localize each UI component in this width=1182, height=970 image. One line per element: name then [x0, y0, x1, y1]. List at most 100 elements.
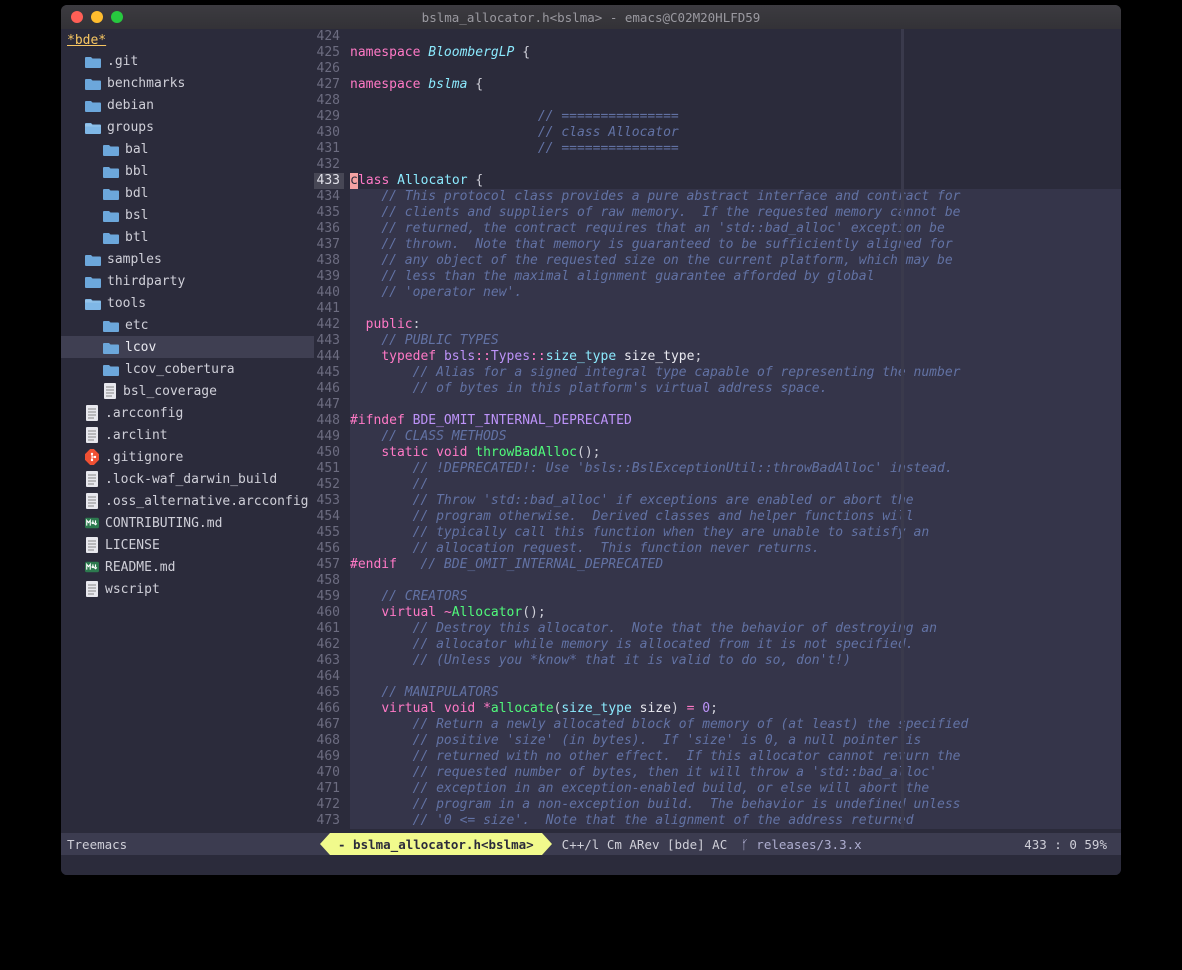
code-line[interactable]: // 'operator new'.: [350, 285, 1121, 301]
code-line[interactable]: // less than the maximal alignment guara…: [350, 269, 1121, 285]
code-line[interactable]: // '0 <= size'. Note that the alignment …: [350, 813, 1121, 829]
code-line[interactable]: [350, 669, 1121, 685]
code-line[interactable]: // of bytes in this platform's virtual a…: [350, 381, 1121, 397]
tree-folder-lcov-cobertura[interactable]: lcov_cobertura: [61, 358, 314, 380]
code-line[interactable]: // allocation request. This function nev…: [350, 541, 1121, 557]
treemacs-sidebar[interactable]: *bde* .gitbenchmarksdebiangroupsbalbblbd…: [61, 29, 314, 833]
token-cmt: // Return a newly allocated block of mem…: [413, 717, 969, 732]
tree-folder-tools[interactable]: tools: [61, 292, 314, 314]
tree-file--arclint[interactable]: .arclint: [61, 424, 314, 446]
code-line[interactable]: // PUBLIC TYPES: [350, 333, 1121, 349]
token-punct: [350, 189, 381, 204]
code-editor[interactable]: 4244254264274284294304314324334344354364…: [314, 29, 1121, 833]
code-line[interactable]: // Destroy this allocator. Note that the…: [350, 621, 1121, 637]
code-line[interactable]: // thrown. Note that memory is guarantee…: [350, 237, 1121, 253]
code-line[interactable]: // class Allocator: [350, 125, 1121, 141]
code-line[interactable]: // MANIPULATORS: [350, 685, 1121, 701]
tree-file-bsl-coverage[interactable]: bsl_coverage: [61, 380, 314, 402]
code-line[interactable]: #endif // BDE_OMIT_INTERNAL_DEPRECATED: [350, 557, 1121, 573]
titlebar[interactable]: bslma_allocator.h<bslma> - emacs@C02M20H…: [61, 5, 1121, 29]
code-line[interactable]: namespace BloombergLP {: [350, 45, 1121, 61]
minimize-button[interactable]: [91, 11, 103, 23]
token-cmt: // ===============: [538, 141, 679, 156]
maximize-button[interactable]: [111, 11, 123, 23]
code-line[interactable]: // Throw 'std::bad_alloc' if exceptions …: [350, 493, 1121, 509]
code-line[interactable]: // any object of the requested size on t…: [350, 253, 1121, 269]
tree-folder-samples[interactable]: samples: [61, 248, 314, 270]
tree-file--oss-alternative-arcconfig[interactable]: .oss_alternative.arcconfig: [61, 490, 314, 512]
tree-folder-benchmarks[interactable]: benchmarks: [61, 72, 314, 94]
tree-folder-bbl[interactable]: bbl: [61, 160, 314, 182]
fill-column-indicator: [901, 61, 904, 77]
tree-file-license[interactable]: LICENSE: [61, 534, 314, 556]
tree-folder-bal[interactable]: bal: [61, 138, 314, 160]
echo-area[interactable]: [61, 855, 1121, 875]
code-line[interactable]: class Allocator {: [350, 173, 1121, 189]
code-line[interactable]: //: [350, 477, 1121, 493]
code-line[interactable]: #ifndef BDE_OMIT_INTERNAL_DEPRECATED: [350, 413, 1121, 429]
code-line[interactable]: // CLASS METHODS: [350, 429, 1121, 445]
code-line[interactable]: // returned, the contract requires that …: [350, 221, 1121, 237]
code-line[interactable]: [350, 61, 1121, 77]
code-line[interactable]: [350, 93, 1121, 109]
tree-folder-debian[interactable]: debian: [61, 94, 314, 116]
code-line[interactable]: // requested number of bytes, then it wi…: [350, 765, 1121, 781]
token-cmt: // allocation request. This function nev…: [413, 541, 820, 556]
token-punct: [350, 493, 413, 508]
code-line[interactable]: // (Unless you *know* that it is valid t…: [350, 653, 1121, 669]
tree-item-label: btl: [125, 230, 148, 245]
tree-folder-groups[interactable]: groups: [61, 116, 314, 138]
code-line[interactable]: // allocator while memory is allocated f…: [350, 637, 1121, 653]
code-line[interactable]: // program in a non-exception build. The…: [350, 797, 1121, 813]
tree-folder-lcov[interactable]: lcov: [61, 336, 314, 358]
tree-folder-bdl[interactable]: bdl: [61, 182, 314, 204]
tree-folder-thirdparty[interactable]: thirdparty: [61, 270, 314, 292]
modeline-git-branch: ᚶ releases/3.3.x: [741, 837, 861, 852]
fill-column-indicator: [901, 781, 904, 797]
fill-column-indicator: [901, 717, 904, 733]
tree-folder-bsl[interactable]: bsl: [61, 204, 314, 226]
code-line[interactable]: typedef bsls::Types::size_type size_type…: [350, 349, 1121, 365]
code-line[interactable]: // ===============: [350, 109, 1121, 125]
code-line[interactable]: // typically call this function when the…: [350, 525, 1121, 541]
code-line[interactable]: [350, 29, 1121, 45]
code-line[interactable]: // CREATORS: [350, 589, 1121, 605]
code-line[interactable]: // positive 'size' (in bytes). If 'size'…: [350, 733, 1121, 749]
code-line[interactable]: // returned with no other effect. If thi…: [350, 749, 1121, 765]
code-line[interactable]: public:: [350, 317, 1121, 333]
tree-folder-btl[interactable]: btl: [61, 226, 314, 248]
code-line[interactable]: virtual void *allocate(size_type size) =…: [350, 701, 1121, 717]
code-line[interactable]: virtual ~Allocator();: [350, 605, 1121, 621]
fill-column-indicator: [901, 557, 904, 573]
code-line[interactable]: // program otherwise. Derived classes an…: [350, 509, 1121, 525]
tree-item-label: .lock-waf_darwin_build: [105, 472, 277, 487]
code-line[interactable]: // ===============: [350, 141, 1121, 157]
tree-file-wscript[interactable]: wscript: [61, 578, 314, 600]
code-area[interactable]: namespace BloombergLP { namespace bslma {…: [350, 29, 1121, 833]
code-line[interactable]: namespace bslma {: [350, 77, 1121, 93]
code-line[interactable]: [350, 301, 1121, 317]
code-line[interactable]: // !DEPRECATED!: Use 'bsls::BslException…: [350, 461, 1121, 477]
fill-column-indicator: [901, 93, 904, 109]
close-button[interactable]: [71, 11, 83, 23]
tree-folder-etc[interactable]: etc: [61, 314, 314, 336]
fill-column-indicator: [901, 477, 904, 493]
token-cmt: // returned with no other effect. If thi…: [413, 749, 961, 764]
code-line[interactable]: // Return a newly allocated block of mem…: [350, 717, 1121, 733]
tree-file-readme-md[interactable]: README.md: [61, 556, 314, 578]
code-line[interactable]: // clients and suppliers of raw memory. …: [350, 205, 1121, 221]
code-line[interactable]: [350, 573, 1121, 589]
code-line[interactable]: [350, 397, 1121, 413]
code-line[interactable]: // Alias for a signed integral type capa…: [350, 365, 1121, 381]
tree-root[interactable]: *bde*: [61, 31, 314, 50]
code-line[interactable]: [350, 157, 1121, 173]
token-punct: [350, 605, 381, 620]
code-line[interactable]: // exception in an exception-enabled bui…: [350, 781, 1121, 797]
code-line[interactable]: static void throwBadAlloc();: [350, 445, 1121, 461]
code-line[interactable]: // This protocol class provides a pure a…: [350, 189, 1121, 205]
tree-file--lock-waf-darwin-build[interactable]: .lock-waf_darwin_build: [61, 468, 314, 490]
tree-file-contributing-md[interactable]: CONTRIBUTING.md: [61, 512, 314, 534]
tree-file--arcconfig[interactable]: .arcconfig: [61, 402, 314, 424]
tree-folder--git[interactable]: .git: [61, 50, 314, 72]
tree-file--gitignore[interactable]: .gitignore: [61, 446, 314, 468]
